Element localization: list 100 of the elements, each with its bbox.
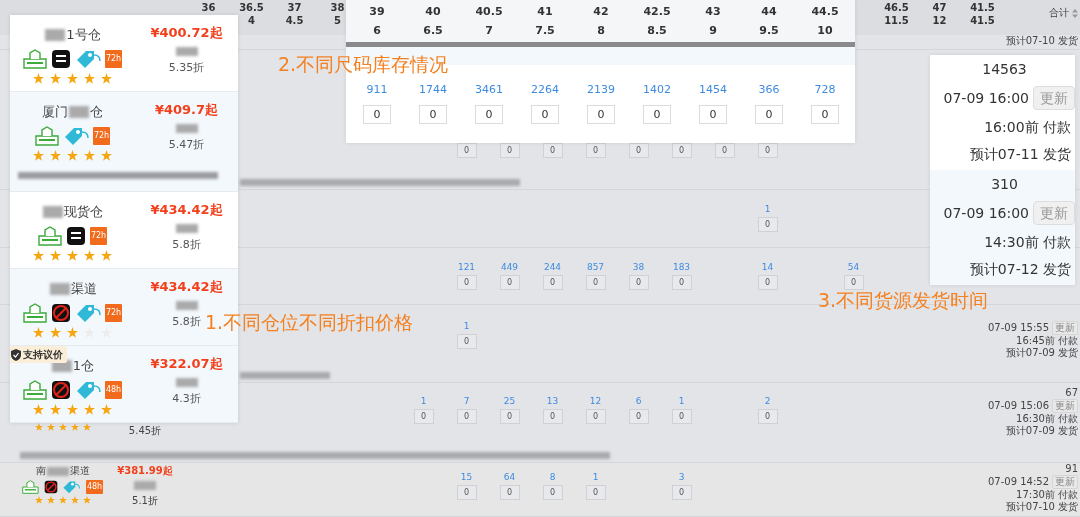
quantity-field[interactable]: 0	[499, 275, 520, 290]
payment-deadline: 16:30前 付款	[1016, 413, 1079, 425]
star-icon	[50, 326, 61, 338]
size-label: 47	[932, 1, 947, 14]
quantity-field[interactable]: 0	[757, 275, 778, 290]
blurred-text	[46, 466, 69, 476]
size-label: 41.5	[970, 14, 995, 27]
stock-count: 6	[635, 396, 642, 407]
quantity-field[interactable]: 0	[843, 275, 864, 290]
quantity-field[interactable]: 0	[671, 409, 692, 424]
star-icon	[82, 423, 91, 431]
quantity-field[interactable]: 0	[542, 275, 563, 290]
return-badge-icon	[22, 48, 47, 69]
warehouse-name: 渠道	[70, 280, 97, 298]
quantity-field[interactable]: 0	[587, 104, 615, 124]
annotation-text: 1.不同仓位不同折扣价格	[205, 310, 414, 334]
stock-count: 244	[543, 262, 562, 273]
stock-count: 1	[592, 472, 599, 483]
quantity-field[interactable]: 0	[671, 143, 692, 158]
warehouse-name: 厦门	[42, 103, 68, 121]
prohibited-icon	[50, 379, 71, 400]
stock-count: 728	[814, 82, 836, 98]
size-label: 8	[597, 23, 605, 39]
prohibited-icon	[43, 480, 58, 494]
quantity-field[interactable]: 0	[811, 104, 839, 124]
discount: 5.35折	[168, 59, 205, 76]
quantity-field[interactable]: 0	[643, 104, 671, 124]
price: ¥381.99起	[117, 464, 173, 478]
star-icon	[33, 326, 44, 338]
size-label: 7.5	[535, 23, 555, 39]
discount: 5.1折	[132, 494, 158, 508]
stock-count: 14	[761, 262, 774, 273]
quantity-field[interactable]: 0	[585, 275, 606, 290]
star-icon	[84, 72, 95, 84]
quantity-field[interactable]: 0	[456, 143, 477, 158]
size-label: 41.5	[970, 1, 995, 14]
hours-badge: 48h	[85, 480, 104, 494]
quantity-field[interactable]: 0	[542, 409, 563, 424]
quantity-field[interactable]: 0	[714, 143, 735, 158]
quantity-field[interactable]: 0	[542, 485, 563, 500]
quantity-field[interactable]: 0	[757, 409, 778, 424]
quantity-field[interactable]: 0	[456, 409, 477, 424]
stock-count: 3	[678, 472, 685, 483]
quantity-field[interactable]: 0	[419, 104, 447, 124]
quantity-field[interactable]: 0	[531, 104, 559, 124]
ship-date: 预计07-11 发货	[969, 145, 1071, 164]
quantity-field[interactable]: 0	[628, 143, 649, 158]
ship-date: 预计07-12 发货	[969, 260, 1071, 279]
ship-date: 预计07-10 发货	[1005, 501, 1079, 513]
hours-badge: 72h	[104, 49, 123, 68]
quantity-field[interactable]: 0	[628, 275, 649, 290]
quantity-field[interactable]: 0	[542, 143, 563, 158]
quantity-field[interactable]: 0	[475, 104, 503, 124]
quantity-field[interactable]: 0	[499, 143, 520, 158]
star-icon	[33, 149, 44, 161]
size-label: 42	[593, 4, 609, 20]
sort-icon	[1072, 8, 1078, 18]
quantity-field[interactable]: 0	[363, 104, 391, 124]
shield-icon	[11, 348, 21, 361]
stock-count: 15	[460, 472, 473, 483]
quantity-field[interactable]: 0	[628, 409, 649, 424]
quantity-field[interactable]: 0	[456, 334, 477, 349]
hours-badge: 72h	[92, 126, 111, 145]
size-label: 44.5	[811, 4, 839, 20]
discount: 5.47折	[168, 136, 205, 153]
quantity-field[interactable]: 0	[585, 485, 606, 500]
stock-count: 3461	[475, 82, 503, 98]
quantity-field[interactable]: 0	[757, 217, 778, 232]
discount: 5.8折	[172, 236, 201, 253]
stock-count: 7	[463, 396, 470, 407]
quantity-field[interactable]: 0	[671, 485, 692, 500]
quantity-field[interactable]: 0	[699, 104, 727, 124]
blurred-text	[49, 282, 70, 295]
price: ¥322.07起	[150, 355, 223, 373]
dark-badge-icon	[50, 48, 71, 69]
stock-count: 1	[463, 321, 470, 332]
quantity-field[interactable]: 0	[757, 143, 778, 158]
quantity-field[interactable]: 0	[585, 143, 606, 158]
hours-badge: 48h	[104, 380, 123, 399]
update-time: 07-09 16:00	[943, 89, 1029, 108]
size-label: 4	[248, 14, 255, 27]
star-icon	[50, 403, 61, 415]
blurred-text	[45, 28, 66, 41]
quantity-field[interactable]: 0	[585, 409, 606, 424]
quantity-field[interactable]: 0	[456, 485, 477, 500]
quantity-field[interactable]: 0	[499, 485, 520, 500]
quantity-field[interactable]: 0	[456, 275, 477, 290]
quantity-field[interactable]: 0	[671, 275, 692, 290]
size-label: 36	[201, 1, 216, 14]
size-label: 8.5	[647, 23, 667, 39]
star-icon	[46, 496, 55, 504]
quantity-field[interactable]: 0	[413, 409, 434, 424]
size-label: 38	[330, 1, 345, 14]
star-icon	[58, 496, 67, 504]
quantity-field[interactable]: 0	[499, 409, 520, 424]
star-icon	[101, 249, 112, 261]
size-label: 6	[373, 23, 381, 39]
payment-deadline: 16:45前 付款	[1016, 335, 1079, 347]
star-icon	[67, 326, 78, 338]
quantity-field[interactable]: 0	[755, 104, 783, 124]
